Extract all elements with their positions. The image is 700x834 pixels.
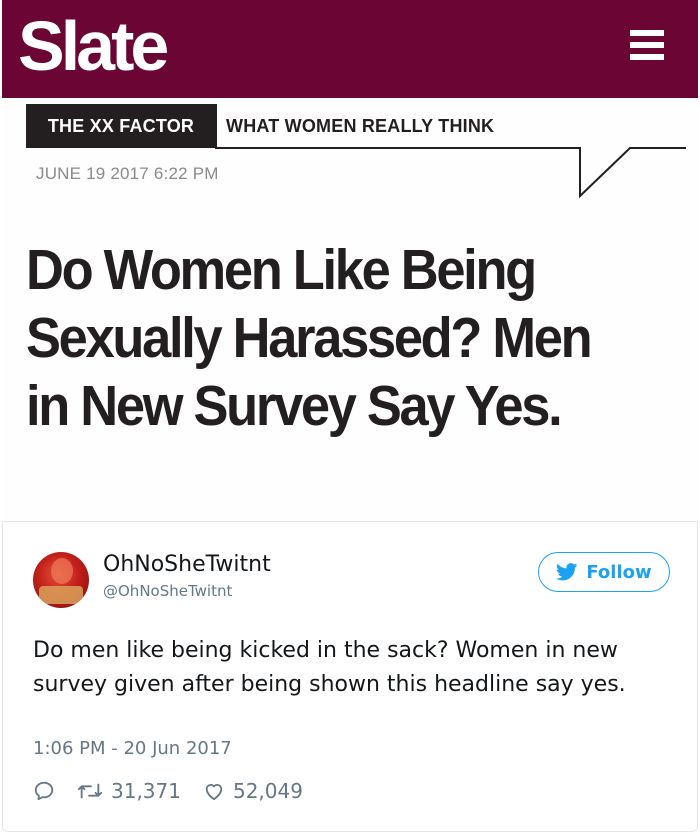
like-count: 52,049	[232, 779, 303, 803]
article-screenshot: Slate THE XX FACTOR WHAT WOMEN REALLY TH…	[2, 0, 698, 522]
reply-icon	[34, 781, 54, 801]
menu-icon[interactable]	[630, 30, 664, 62]
article-date: JUNE 19 2017 6:22 PM	[36, 164, 219, 183]
section-tag[interactable]: THE XX FACTOR	[26, 104, 216, 148]
follow-button[interactable]: Follow	[538, 552, 670, 592]
section-subtitle: WHAT WOMEN REALLY THINK	[226, 115, 495, 136]
retweet-count: 31,371	[111, 779, 181, 803]
twitter-bird-icon	[556, 563, 578, 581]
tweet-card: OhNoSheTwitnt @OhNoSheTwitnt Follow Do m…	[2, 522, 698, 832]
screenshot-frame: Slate THE XX FACTOR WHAT WOMEN REALLY TH…	[0, 0, 700, 834]
tweet-timestamp[interactable]: 1:06 PM - 20 Jun 2017	[33, 738, 232, 759]
article-headline: Do Women Like Being Sexually Harassed? M…	[26, 238, 593, 438]
retweet-icon	[77, 783, 103, 799]
follow-label: Follow	[586, 561, 652, 583]
display-name[interactable]: OhNoSheTwitnt	[103, 552, 271, 577]
tweet-actions: 31,371 52,049	[33, 776, 325, 806]
reply-button[interactable]	[33, 780, 55, 802]
user-handle[interactable]: @OhNoSheTwitnt	[103, 582, 232, 600]
heart-icon	[205, 784, 223, 801]
retweet-button[interactable]: 31,371	[77, 779, 181, 803]
avatar[interactable]	[33, 552, 89, 608]
slate-logo[interactable]: Slate	[18, 6, 169, 86]
slate-header: Slate	[2, 0, 698, 98]
tweet-text: Do men like being kicked in the sack? Wo…	[33, 638, 626, 697]
like-button[interactable]: 52,049	[203, 779, 303, 803]
section-bar: THE XX FACTOR WHAT WOMEN REALLY THINK	[26, 104, 686, 148]
